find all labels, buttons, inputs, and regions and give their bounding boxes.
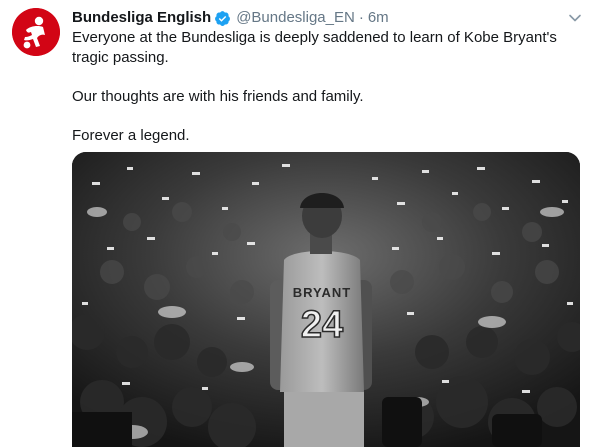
tweet-text-line: Our thoughts are with his friends and fa… <box>72 88 364 105</box>
tweet-text: Everyone at the Bundesliga is deeply sad… <box>72 28 585 146</box>
timestamp[interactable]: 6m <box>368 8 389 28</box>
jersey-number: 24 <box>301 304 343 346</box>
tweet-media-photo[interactable]: BRYANT 24 <box>72 152 580 447</box>
tweet-text-line: Everyone at the Bundesliga is deeply sad… <box>72 29 557 46</box>
tweet[interactable]: Bundesliga English @Bundesliga_EN · 6m E… <box>0 0 597 447</box>
jersey-name: BRYANT <box>293 285 352 300</box>
tweet-text-line: Forever a legend. <box>72 127 190 144</box>
display-name[interactable]: Bundesliga English <box>72 8 211 28</box>
handle[interactable]: @Bundesliga_EN <box>236 8 355 28</box>
tweet-content: Bundesliga English @Bundesliga_EN · 6m E… <box>72 8 585 146</box>
photo-illustration: BRYANT 24 <box>72 152 580 447</box>
tweet-header: Bundesliga English @Bundesliga_EN · 6m <box>72 8 585 28</box>
verified-badge-icon <box>215 10 231 26</box>
separator-dot: · <box>358 9 364 26</box>
avatar[interactable] <box>12 8 60 56</box>
chevron-down-icon[interactable] <box>567 10 583 26</box>
bundesliga-logo-icon <box>12 8 60 56</box>
tweet-text-line: tragic passing. <box>72 49 169 66</box>
